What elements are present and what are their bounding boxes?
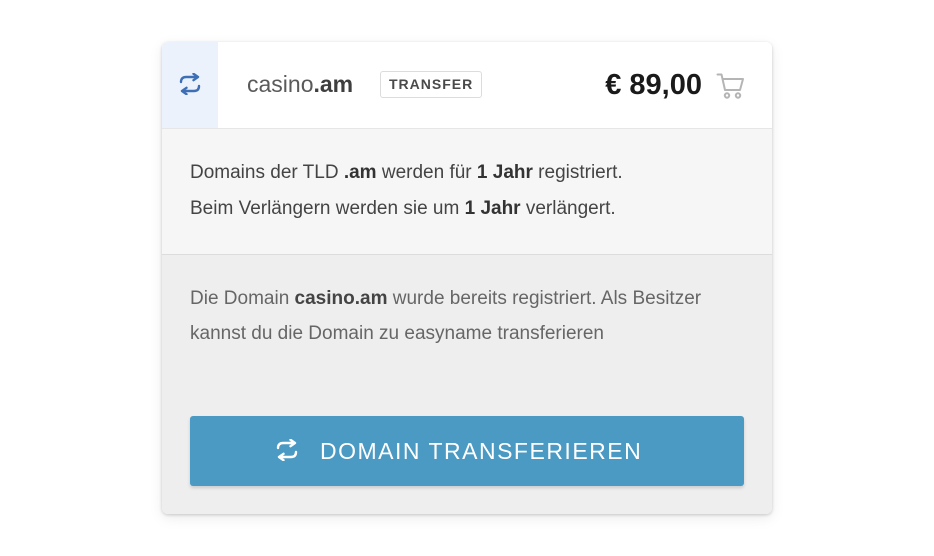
term-info: Domains der TLD .am werden für 1 Jahr re… bbox=[162, 129, 772, 255]
transfer-arrows-icon bbox=[179, 73, 201, 95]
domain-name: casino.am bbox=[247, 71, 354, 97]
term-info-line-2: Beim Verlängern werden sie um 1 Jahr ver… bbox=[190, 198, 616, 219]
domain-header: casino.am TRANSFER € 89,00 bbox=[162, 42, 772, 129]
transfer-section: Die Domain casino.am wurde bereits regis… bbox=[162, 255, 772, 514]
cart-icon[interactable] bbox=[716, 72, 746, 100]
domain-card: casino.am TRANSFER € 89,00 Domains der T… bbox=[162, 42, 772, 514]
transfer-arrows-icon bbox=[276, 439, 298, 461]
domain-transfer-button-label: DOMAIN TRANSFERIEREN bbox=[320, 438, 643, 464]
transfer-badge: TRANSFER bbox=[380, 71, 483, 98]
transfer-message: Die Domain casino.am wurde bereits regis… bbox=[190, 288, 702, 344]
price: € 89,00 bbox=[605, 69, 702, 101]
term-info-line-1: Domains der TLD .am werden für 1 Jahr re… bbox=[190, 162, 623, 183]
transfer-icon-cell bbox=[162, 42, 218, 128]
domain-transfer-button[interactable]: DOMAIN TRANSFERIEREN bbox=[190, 416, 744, 486]
